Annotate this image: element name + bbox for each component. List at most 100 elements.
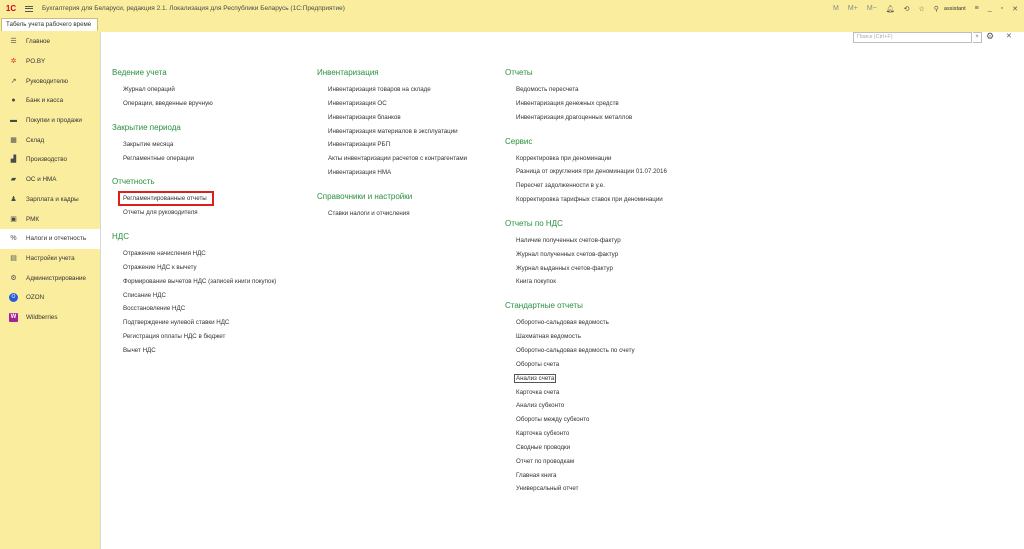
maximize-icon[interactable]: ▫ [1001, 5, 1003, 12]
sidebar-item[interactable]: ▦ Склад [0, 130, 100, 150]
nav-link[interactable]: Обороты между субконто [505, 413, 667, 427]
nav-link[interactable]: Инвентаризация материалов в эксплуатации [317, 125, 467, 139]
group-title: Справочники и настройки [317, 191, 413, 201]
nav-link-label: Обороты между субконто [516, 416, 590, 424]
nav-link[interactable]: Акты инвентаризации расчетов с контраген… [317, 152, 467, 166]
nav-link[interactable]: Ставки налоги и отчисления [317, 207, 467, 221]
column-3: Отчеты Ведомость пересчета Инвентаризация … [505, 67, 667, 496]
nav-link[interactable]: Отражение НДС к вычету [112, 261, 276, 275]
group-title: Стандартные отчеты [505, 301, 583, 311]
nav-link[interactable]: Инвентаризация РБП [317, 138, 467, 152]
sidebar-item[interactable]: ▤ Настройки учета [0, 249, 100, 269]
history-icon[interactable]: ⟲ [904, 5, 910, 13]
sidebar-item[interactable]: ● Банк и касса [0, 91, 100, 111]
nav-link[interactable]: Восстановление НДС [112, 302, 276, 316]
sidebar-item[interactable]: ⚙ Администрирование [0, 268, 100, 288]
nav-link[interactable]: Подтверждение нулевой ставки НДС [112, 316, 276, 330]
nav-link[interactable]: Отчеты для руководителя [112, 206, 276, 220]
memory-plus-button[interactable]: M+ [848, 5, 858, 12]
sidebar-item[interactable]: W Wildberries [0, 308, 100, 328]
nav-link-label: Ведомость пересчета [516, 86, 579, 93]
sidebar: ☰ Главное ✲ PO.BY ↗ Руководителю ● Банк и касса… [0, 32, 100, 549]
nav-link[interactable]: Инвентаризация денежных средств [505, 97, 667, 111]
nav-link-label: Отражение начисления НДС [123, 250, 206, 258]
ozon-icon: O [9, 293, 18, 303]
nav-link-label: Оборотно-сальдовая ведомость [516, 319, 609, 327]
nav-link[interactable]: Пересчет задолженности в у.е. [505, 179, 667, 193]
search-icon[interactable]: ⚲ [934, 5, 939, 13]
group-title: Ведение учета [112, 68, 167, 77]
nav-link[interactable]: Корректировка при деноминации [505, 152, 667, 166]
nav-link[interactable]: Отчет по проводкам [505, 455, 667, 469]
nav-link[interactable]: Закрытие месяца [112, 138, 276, 152]
nav-link[interactable]: Карточка субконто [505, 427, 667, 441]
nav-link[interactable]: Инвентаризация драгоценных металлов [505, 111, 667, 125]
nav-link[interactable]: Журнал операций [112, 83, 276, 97]
nav-link[interactable]: Книга покупок [505, 275, 667, 289]
nav-link[interactable]: Вычет НДС [112, 344, 276, 358]
gear-icon[interactable]: ⚙ [986, 31, 994, 42]
clear-search-icon[interactable]: × [973, 32, 982, 43]
nav-link[interactable]: Шахматная ведомость [505, 330, 667, 344]
search-input[interactable]: Поиск (Ctrl+F) [853, 32, 972, 43]
nav-link[interactable]: Регистрация оплаты НДС в бюджет [112, 330, 276, 344]
tab-timesheet[interactable]: Табель учета рабочего време [1, 18, 98, 31]
memory-button[interactable]: M [833, 5, 839, 12]
user-name[interactable]: assistant [944, 6, 966, 12]
nav-link-label: Регламентированные отчеты [118, 191, 214, 207]
bell-icon[interactable]: 🔔︎ [886, 5, 895, 13]
settings-menu-icon[interactable]: ≡ [975, 5, 979, 12]
nav-link[interactable]: Сводные проводки [505, 441, 667, 455]
nav-link[interactable]: Инвентаризация бланков [317, 111, 467, 125]
nav-link[interactable]: Главная книга [505, 469, 667, 483]
nav-link[interactable]: Регламентные операции [112, 152, 276, 166]
nav-link[interactable]: Корректировка тарифных ставок при деноми… [505, 193, 667, 207]
nav-link-label: Корректировка при деноминации [516, 154, 612, 162]
memory-minus-button[interactable]: M− [867, 5, 877, 12]
sidebar-item[interactable]: ↗ Руководителю [0, 71, 100, 91]
nav-link[interactable]: Инвентаризация НМА [317, 166, 467, 180]
nav-link[interactable]: Операции, введенные вручную [112, 97, 276, 111]
nav-link[interactable]: Карточка счета [505, 386, 667, 400]
nav-link[interactable]: Регламентированные отчеты [112, 191, 276, 207]
sidebar-item[interactable]: ✲ PO.BY [0, 52, 100, 72]
sidebar-item[interactable]: ▰ ОС и НМА [0, 170, 100, 190]
nav-link[interactable]: Журнал полученных счетов-фактур [505, 248, 667, 262]
nav-link[interactable]: Разница от округления при деноминации 01… [505, 165, 667, 179]
nav-link[interactable]: Оборотно-сальдовая ведомость по счету [505, 344, 667, 358]
nav-link[interactable]: Формирование вычетов НДС (записей книги … [112, 275, 276, 289]
sidebar-item[interactable]: ♟ Зарплата и кадры [0, 190, 100, 210]
nav-link[interactable]: Инвентаризация ОС [317, 97, 467, 111]
nav-link[interactable]: Журнал выданных счетов-фактур [505, 262, 667, 276]
nav-link[interactable]: Обороты счета [505, 358, 667, 372]
nav-link[interactable]: Анализ счета [505, 372, 667, 386]
nav-link[interactable]: Наличие полученных счетов-фактур [505, 234, 667, 248]
nav-link[interactable]: Оборотно-сальдовая ведомость [505, 316, 667, 330]
close-panel-icon[interactable]: ✕ [1006, 32, 1012, 40]
wildberries-icon: W [9, 312, 18, 322]
minimize-icon[interactable]: _ [988, 5, 992, 12]
nav-link-label: Главная книга [516, 471, 557, 479]
main-menu-icon[interactable] [22, 0, 36, 17]
nav-link-label: Восстановление НДС [123, 305, 186, 313]
sidebar-item[interactable]: ▟ Производство [0, 150, 100, 170]
sidebar-item[interactable]: O OZON [0, 288, 100, 308]
nav-link[interactable]: Универсальный отчет [505, 482, 667, 496]
close-icon[interactable]: ✕ [1012, 5, 1018, 13]
nav-link-label: Акты инвентаризации расчетов с контраген… [328, 155, 468, 163]
nav-link[interactable]: Отражение начисления НДС [112, 247, 276, 261]
nav-link[interactable]: Списание НДС [112, 289, 276, 303]
nav-link[interactable]: Анализ субконто [505, 399, 667, 413]
sidebar-item[interactable]: % Налоги и отчетность [0, 228, 100, 249]
sidebar-item[interactable]: ▣ РМК [0, 209, 100, 229]
chart-icon: ↗ [10, 77, 17, 85]
star-icon[interactable]: ☆ [919, 5, 925, 13]
sidebar-item[interactable]: ▬ Покупки и продажи [0, 111, 100, 131]
app-logo: 1C [5, 4, 17, 13]
nav-link[interactable]: Инвентаризация товаров на складе [317, 83, 467, 97]
nav-link[interactable]: Ведомость пересчета [505, 83, 667, 97]
nav-link-label: Инвентаризация материалов в эксплуатации [328, 127, 458, 135]
sidebar-item[interactable]: ☰ Главное [0, 32, 100, 52]
nav-link-label: Корректировка тарифных ставок при деноми… [516, 196, 663, 204]
